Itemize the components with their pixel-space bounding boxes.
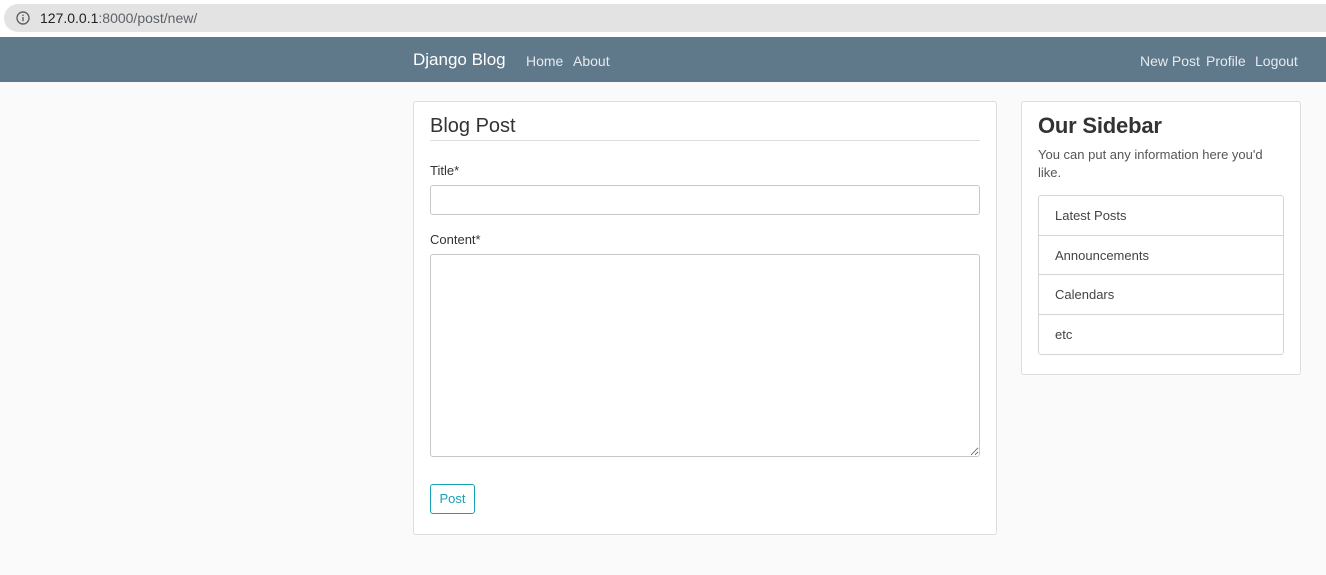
required-marker: * bbox=[475, 232, 481, 247]
form-legend: Blog Post bbox=[430, 115, 980, 141]
nav-link-about[interactable]: About bbox=[573, 53, 610, 69]
new-post-card: Blog Post Title* Content* Post bbox=[413, 101, 997, 535]
info-icon[interactable] bbox=[16, 11, 30, 25]
sidebar-title: Our Sidebar bbox=[1038, 113, 1162, 138]
url-text[interactable]: 127.0.0.1:8000/post/new/ bbox=[40, 10, 197, 27]
site-navbar: Django Blog Home About New Post Profile … bbox=[0, 37, 1326, 82]
url-path: :8000/post/new/ bbox=[98, 10, 198, 26]
title-label: Title* bbox=[430, 163, 459, 178]
content-label-text: Content bbox=[430, 232, 476, 247]
url-host: 127.0.0.1 bbox=[40, 10, 99, 26]
sidebar-list: Latest Posts Announcements Calendars etc bbox=[1038, 195, 1284, 355]
required-marker: * bbox=[454, 163, 460, 178]
sidebar-item-latest-posts[interactable]: Latest Posts bbox=[1039, 196, 1283, 236]
title-input[interactable] bbox=[430, 185, 980, 215]
site-brand-link[interactable]: Django Blog bbox=[413, 50, 506, 70]
nav-link-profile[interactable]: Profile bbox=[1206, 53, 1246, 69]
browser-toolbar: 127.0.0.1:8000/post/new/ bbox=[0, 0, 1326, 37]
nav-link-home[interactable]: Home bbox=[526, 53, 563, 69]
address-bar[interactable] bbox=[4, 4, 1326, 32]
sidebar-item-etc[interactable]: etc bbox=[1039, 314, 1283, 354]
nav-link-new-post[interactable]: New Post bbox=[1140, 53, 1200, 69]
post-button[interactable]: Post bbox=[430, 484, 475, 514]
sidebar-description: You can put any information here you'd l… bbox=[1038, 147, 1263, 180]
content-label: Content* bbox=[430, 232, 481, 247]
nav-link-logout[interactable]: Logout bbox=[1255, 53, 1298, 69]
title-label-text: Title bbox=[430, 163, 455, 178]
content-textarea[interactable] bbox=[430, 254, 980, 457]
sidebar-item-announcements[interactable]: Announcements bbox=[1039, 235, 1283, 275]
sidebar-item-calendars[interactable]: Calendars bbox=[1039, 275, 1283, 315]
sidebar: Our Sidebar You can put any information … bbox=[1021, 101, 1301, 375]
